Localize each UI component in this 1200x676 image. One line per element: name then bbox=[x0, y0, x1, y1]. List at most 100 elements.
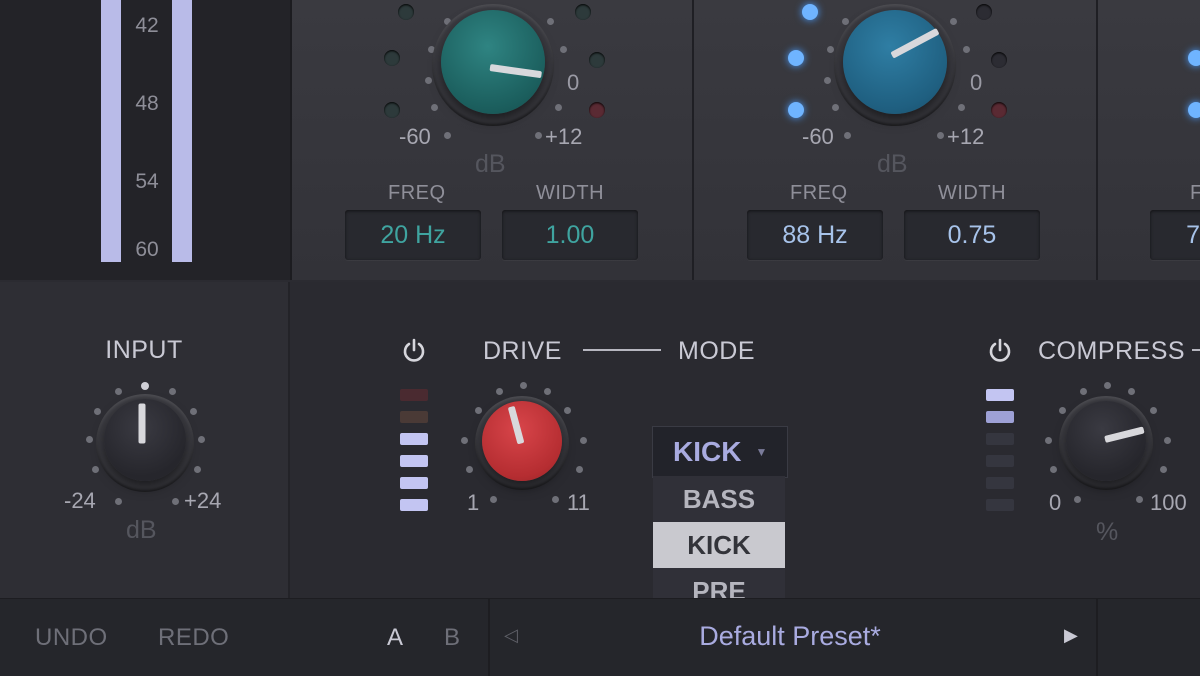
band-led bbox=[802, 4, 818, 20]
undo-button[interactable]: UNDO bbox=[35, 624, 108, 652]
knob-tick bbox=[490, 496, 497, 503]
width-value-field[interactable]: 1.00 bbox=[502, 210, 638, 260]
knob-tick bbox=[560, 46, 567, 53]
drive-meter-segment bbox=[400, 433, 428, 445]
knob-tick bbox=[444, 132, 451, 139]
freq-value-field[interactable]: 88 Hz bbox=[747, 210, 883, 260]
compress-meter-segment bbox=[986, 477, 1014, 489]
knob-tick bbox=[1059, 407, 1066, 414]
drive-meter-segment bbox=[400, 411, 428, 423]
knob-max-label: +12 bbox=[545, 124, 583, 149]
knob-tick bbox=[520, 382, 527, 389]
knob-tick bbox=[172, 498, 179, 505]
input-knob[interactable] bbox=[96, 394, 194, 492]
knob-tick bbox=[1104, 382, 1111, 389]
footer-bar: UNDO REDO A B ◁ Default Preset* ▶ bbox=[0, 598, 1200, 676]
knob-tick bbox=[1045, 437, 1052, 444]
input-title: INPUT bbox=[105, 336, 183, 364]
knob-tick bbox=[431, 104, 438, 111]
compress-power-button[interactable] bbox=[986, 336, 1014, 364]
band-led bbox=[991, 102, 1007, 118]
drive-title: DRIVE bbox=[483, 337, 562, 365]
compress-meter-segment bbox=[986, 499, 1014, 511]
compress-connector bbox=[1192, 349, 1200, 351]
knob-tick bbox=[580, 437, 587, 444]
knob-tick bbox=[555, 104, 562, 111]
knob-unit-label: dB bbox=[877, 150, 908, 178]
gain-knob[interactable] bbox=[432, 4, 554, 126]
drive-meter-segment bbox=[400, 455, 428, 467]
input-unit-label: dB bbox=[126, 516, 157, 544]
knob-tick bbox=[115, 388, 122, 395]
knob-tick bbox=[544, 388, 551, 395]
redo-button[interactable]: REDO bbox=[158, 624, 229, 652]
knob-tick bbox=[958, 104, 965, 111]
band-led bbox=[788, 50, 804, 66]
drive-knob[interactable] bbox=[475, 396, 569, 490]
footer-divider bbox=[1096, 599, 1098, 676]
band-led bbox=[991, 52, 1007, 68]
mode-option-kick[interactable]: KICK bbox=[653, 522, 785, 568]
gain-knob[interactable] bbox=[834, 4, 956, 126]
preset-prev-icon[interactable]: ◁ bbox=[504, 625, 518, 646]
band-led bbox=[398, 4, 414, 20]
knob-min-label: -60 bbox=[399, 124, 431, 149]
knob-max-label: +12 bbox=[947, 124, 985, 149]
knob-tick bbox=[115, 498, 122, 505]
width-label: WIDTH bbox=[536, 182, 605, 204]
freq-value-field[interactable]: 20 Hz bbox=[345, 210, 481, 260]
compress-meter-segment bbox=[986, 433, 1014, 445]
knob-tick bbox=[194, 466, 201, 473]
input-max-label: +24 bbox=[184, 488, 222, 513]
compress-meter-segment bbox=[986, 389, 1014, 401]
compress-unit-label: % bbox=[1096, 518, 1119, 546]
compress-knob[interactable] bbox=[1059, 396, 1153, 490]
knob-tick bbox=[496, 388, 503, 395]
drive-meter-segment bbox=[400, 389, 428, 401]
gain-knob-cap bbox=[843, 10, 947, 114]
input-panel: INPUT -24 +24 dB bbox=[0, 282, 290, 598]
drive-meter-segment bbox=[400, 499, 428, 511]
mode-dropdown[interactable]: KICK ▼ bbox=[652, 426, 788, 478]
ab-compare-a-button[interactable]: A bbox=[387, 624, 404, 652]
preset-name[interactable]: Default Preset* bbox=[560, 621, 1020, 652]
freq-value-field[interactable]: 7 bbox=[1150, 210, 1200, 260]
knob-tick bbox=[827, 46, 834, 53]
knob-tick bbox=[1136, 496, 1143, 503]
knob-tick bbox=[1074, 496, 1081, 503]
width-value-field[interactable]: 0.75 bbox=[904, 210, 1040, 260]
knob-tick bbox=[535, 132, 542, 139]
freq-label: F bbox=[1190, 182, 1200, 204]
preset-next-icon[interactable]: ▶ bbox=[1064, 625, 1078, 646]
drive-max-label: 11 bbox=[567, 490, 590, 515]
drive-meter-segment bbox=[400, 477, 428, 489]
mode-title: MODE bbox=[678, 337, 755, 365]
knob-tick bbox=[937, 132, 944, 139]
meter-scale-label: 54 bbox=[135, 170, 159, 193]
mode-dropdown-value: KICK bbox=[673, 436, 742, 467]
knob-tick bbox=[198, 436, 205, 443]
knob-tick bbox=[842, 18, 849, 25]
compress-max-label: 100 bbox=[1150, 490, 1187, 515]
power-icon bbox=[989, 338, 1011, 362]
knob-tick bbox=[552, 496, 559, 503]
knob-tick bbox=[832, 104, 839, 111]
drive-min-label: 1 bbox=[467, 490, 480, 515]
knob-min-label: -60 bbox=[802, 124, 834, 149]
eq-band-1: 0 -60 +12 dB FREQ WIDTH 20 Hz 1.00 bbox=[292, 0, 694, 280]
mode-option-bass[interactable]: BASS bbox=[653, 476, 785, 522]
band-led bbox=[589, 102, 605, 118]
band-led bbox=[1188, 50, 1200, 66]
input-min-label: -24 bbox=[64, 488, 96, 513]
meter-bar-right bbox=[172, 0, 192, 262]
ab-compare-b-button[interactable]: B bbox=[444, 624, 461, 652]
mode-dropdown-menu: BASS KICK PRE bbox=[653, 476, 785, 614]
meter-scale-label: 48 bbox=[135, 92, 159, 115]
chevron-down-icon: ▼ bbox=[755, 445, 768, 459]
band-led bbox=[788, 102, 804, 118]
eq-band-2: 0 -60 +12 dB FREQ WIDTH 88 Hz 0.75 bbox=[694, 0, 1098, 280]
drive-power-button[interactable] bbox=[400, 336, 428, 364]
band-led bbox=[384, 102, 400, 118]
band-led bbox=[589, 52, 605, 68]
freq-label: FREQ bbox=[790, 182, 848, 204]
